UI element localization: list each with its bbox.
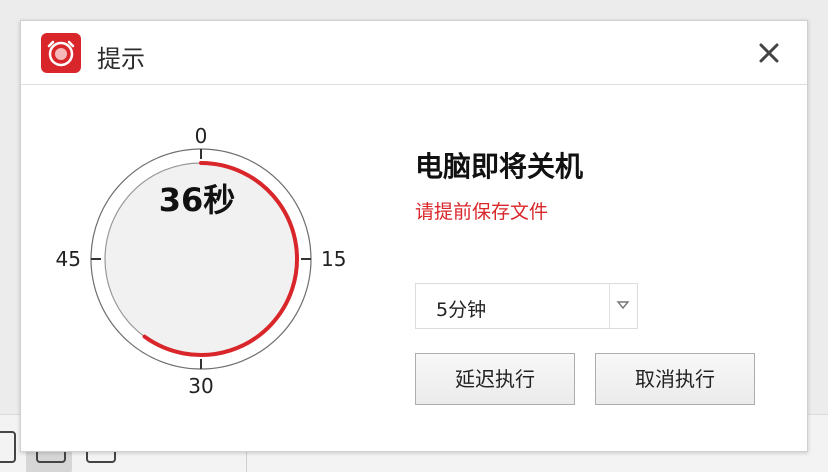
dialog-title: 提示 <box>97 45 145 73</box>
dial-label-30: 30 <box>188 374 213 398</box>
alarm-clock-icon <box>41 33 81 73</box>
save-warning-text: 请提前保存文件 <box>415 201 549 223</box>
close-icon[interactable] <box>751 35 787 71</box>
shutdown-heading: 电脑即将关机 <box>415 150 584 183</box>
title-bar: 提示 <box>21 21 807 85</box>
dial-label-45: 45 <box>56 247 81 271</box>
countdown-text: 36秒 <box>158 181 236 219</box>
taskbar-window-icon[interactable] <box>0 431 16 463</box>
dial-label-0: 0 <box>195 124 208 148</box>
shutdown-dialog: 提示 0 15 30 45 36秒 电脑即将关机 请提前保存文件 5分钟 延迟执… <box>20 20 808 452</box>
delay-execute-button[interactable]: 延迟执行 <box>415 353 575 405</box>
select-divider <box>609 284 610 328</box>
countdown-dial: 0 15 30 45 <box>56 124 347 398</box>
triangle-down-icon[interactable] <box>616 300 630 310</box>
delay-duration-select[interactable]: 5分钟 <box>415 283 638 329</box>
close-button[interactable] <box>751 35 787 71</box>
cancel-execute-button[interactable]: 取消执行 <box>595 353 755 405</box>
dial-label-15: 15 <box>321 247 346 271</box>
delay-duration-value: 5分钟 <box>436 299 487 321</box>
